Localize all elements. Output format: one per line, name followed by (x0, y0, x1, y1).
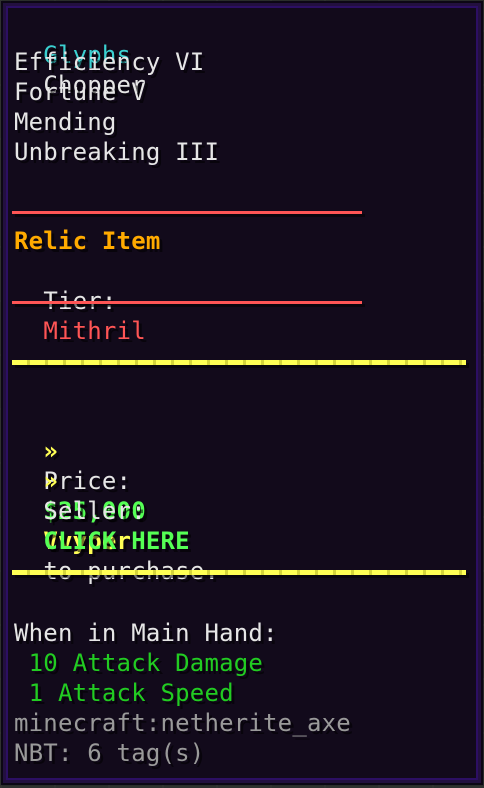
enchantment-line: Unbreaking III (14, 138, 220, 166)
enchantment-line: Fortune V (14, 78, 146, 106)
attribute-value: 1 Attack Speed (28, 679, 234, 707)
attribute-header: When in Main Hand: (14, 619, 278, 647)
enchantment-line: Mending (14, 108, 117, 136)
enchantment-line: Efficiency VI (14, 48, 205, 76)
relic-title: Relic Item (14, 227, 161, 255)
click-here-button[interactable]: CLICK HERE (43, 527, 190, 555)
item-id: minecraft:netherite_axe (14, 709, 351, 737)
tier-value: Mithril (43, 317, 146, 345)
nbt-count: NBT: 6 tag(s) (14, 739, 205, 767)
bullet-icon: » (43, 467, 58, 495)
yellow-divider (12, 570, 466, 575)
red-divider (12, 301, 362, 304)
red-divider (12, 211, 362, 214)
attribute-value: 10 Attack Damage (28, 649, 264, 677)
attribute-line: 1 Attack Speed (14, 678, 234, 708)
attribute-line: 10 Attack Damage (14, 648, 263, 678)
yellow-divider (12, 360, 466, 365)
